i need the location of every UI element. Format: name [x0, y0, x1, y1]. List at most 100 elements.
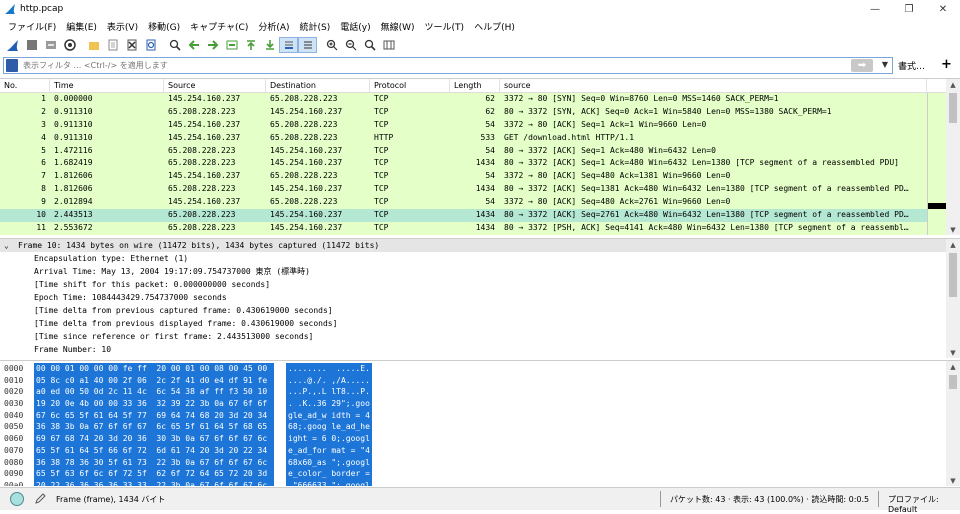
packet-row[interactable]: 7 1.812606 145.254.160.237 65.208.228.223 TC…: [0, 170, 927, 184]
packet-row[interactable]: 11 2.553672 65.208.228.223 145.254.160.237 T…: [0, 221, 927, 235]
byte-hex[interactable]: 05 8c c0 a1 40 00 2f 06 2c 2f 41 d0 e4 d…: [34, 374, 274, 387]
col-header-no[interactable]: No.: [0, 79, 50, 92]
menu-help[interactable]: ヘルプ(H): [469, 20, 520, 33]
byte-asc[interactable]: . .K..36 29";.goo: [286, 398, 372, 410]
packet-row[interactable]: 3 0.911310 145.254.160.237 65.208.228.223 TC…: [0, 118, 927, 132]
packet-row[interactable]: 8 1.812606 65.208.228.223 145.254.160.237 TC…: [0, 183, 927, 197]
byte-asc[interactable]: ...P.,.L lT8...P.: [286, 386, 372, 399]
scroll-down-icon[interactable]: ▼: [946, 347, 960, 358]
expert-info-icon[interactable]: [10, 492, 24, 506]
maximize-icon[interactable]: ❐: [892, 0, 926, 18]
resize-columns-icon[interactable]: [379, 37, 398, 53]
menu-capture[interactable]: キャプチャ(C): [185, 20, 253, 33]
byte-asc[interactable]: gle_ad_w idth = 4: [286, 409, 372, 422]
menu-edit[interactable]: 編集(E): [61, 20, 102, 33]
packet-row[interactable]: 1 0.000000 145.254.160.237 65.208.228.223 TC…: [0, 93, 927, 106]
byte-asc[interactable]: ight = 6 0;.googl: [286, 433, 372, 445]
close-file-icon[interactable]: [122, 37, 141, 53]
byte-hex[interactable]: 65 5f 61 64 5f 66 6f 72 6d 61 74 20 3d 2…: [34, 444, 274, 457]
byte-asc[interactable]: ........ .....E.: [286, 363, 372, 375]
menu-go[interactable]: 移動(G): [143, 20, 185, 33]
status-profile[interactable]: プロファイル: Default: [888, 494, 960, 514]
packet-minimap[interactable]: [927, 93, 947, 235]
normal-size-icon[interactable]: [360, 37, 379, 53]
bytes-scrollbar[interactable]: ▲ ▼: [946, 361, 960, 486]
col-header-protocol[interactable]: Protocol: [370, 79, 450, 92]
save-file-icon[interactable]: [103, 37, 122, 53]
scroll-down-icon[interactable]: ▼: [946, 475, 960, 486]
col-header-destination[interactable]: Destination: [266, 79, 370, 92]
packet-row[interactable]: 4 0.911310 145.254.160.237 65.208.228.223 HT…: [0, 131, 927, 145]
packet-row[interactable]: 2 0.911310 65.208.228.223 145.254.160.237 TC…: [0, 105, 927, 119]
zoom-in-icon[interactable]: [322, 37, 341, 53]
byte-hex[interactable]: 36 38 3b 0a 67 6f 6f 67 6c 65 5f 61 64 5…: [34, 421, 274, 434]
minimize-icon[interactable]: —: [858, 0, 892, 18]
collapse-chevron-icon[interactable]: ⌄: [4, 239, 18, 252]
add-filter-button[interactable]: +: [941, 57, 952, 72]
reload-file-icon[interactable]: [141, 37, 160, 53]
detail-field[interactable]: Epoch Time: 1084443429.754737000 seconds: [0, 291, 960, 304]
byte-hex[interactable]: 67 6c 65 5f 61 64 5f 77 69 64 74 68 20 3…: [34, 409, 274, 422]
frame-summary-row[interactable]: ⌄ Frame 10: 1434 bytes on wire (11472 bit…: [0, 239, 960, 252]
scroll-down-icon[interactable]: ▼: [946, 224, 960, 235]
byte-asc[interactable]: 68;.goog le_ad_he: [286, 421, 372, 434]
col-header-source[interactable]: Source: [164, 79, 266, 92]
scroll-up-icon[interactable]: ▲: [946, 79, 960, 91]
menu-tools[interactable]: ツール(T): [420, 20, 470, 33]
menu-telephony[interactable]: 電話(y): [335, 20, 375, 33]
go-to-packet-icon[interactable]: [222, 37, 241, 53]
first-packet-icon[interactable]: [241, 37, 260, 53]
detail-field[interactable]: Arrival Time: May 13, 2004 19:17:09.7547…: [0, 265, 960, 278]
scroll-up-icon[interactable]: ▲: [946, 361, 960, 373]
detail-field[interactable]: [Time since reference or first frame: 2.…: [0, 330, 960, 343]
close-icon[interactable]: ✕: [926, 0, 960, 18]
menu-statistics[interactable]: 統計(S): [295, 20, 336, 33]
menu-view[interactable]: 表示(V): [102, 20, 143, 33]
open-file-icon[interactable]: [84, 37, 103, 53]
menu-analyze[interactable]: 分析(A): [253, 20, 294, 33]
col-header-info[interactable]: source: [500, 79, 927, 92]
scroll-up-icon[interactable]: ▲: [946, 239, 960, 251]
capture-comment-icon[interactable]: [33, 492, 47, 506]
go-back-icon[interactable]: [184, 37, 203, 53]
restart-capture-icon[interactable]: [41, 37, 60, 53]
packet-row[interactable]: 10 2.443513 65.208.228.223 145.254.160.237 T…: [0, 209, 927, 222]
scroll-thumb[interactable]: [949, 93, 957, 123]
auto-scroll-icon[interactable]: [279, 37, 298, 53]
col-header-length[interactable]: Length: [450, 79, 500, 92]
detail-field[interactable]: Frame Number: 10: [0, 343, 960, 356]
go-forward-icon[interactable]: [203, 37, 222, 53]
byte-asc[interactable]: ....@./. ,/A.....: [286, 374, 372, 387]
display-filter-input[interactable]: [23, 61, 843, 70]
byte-asc[interactable]: 68x60_as ";.googl: [286, 456, 372, 469]
byte-hex[interactable]: 36 38 78 36 30 5f 61 73 22 3b 0a 67 6f 6…: [34, 456, 274, 469]
menu-file[interactable]: ファイル(F): [3, 20, 61, 33]
byte-hex[interactable]: 19 20 0e 4b 00 00 33 36 32 39 22 3b 0a 6…: [34, 398, 274, 410]
byte-hex[interactable]: 65 5f 63 6f 6c 6f 72 5f 62 6f 72 64 65 7…: [34, 468, 274, 480]
zoom-out-icon[interactable]: [341, 37, 360, 53]
col-header-time[interactable]: Time: [50, 79, 164, 92]
packet-row[interactable]: 9 2.012894 145.254.160.237 65.208.228.223 TC…: [0, 196, 927, 210]
byte-asc[interactable]: "666633 ";.googl: [286, 479, 372, 486]
menu-wireless[interactable]: 無線(W): [376, 20, 420, 33]
detail-field[interactable]: Encapsulation type: Ethernet (1): [0, 252, 960, 265]
apply-filter-arrow-icon[interactable]: ➡: [851, 59, 873, 72]
detail-field[interactable]: [Time delta from previous displayed fram…: [0, 317, 960, 330]
start-capture-icon[interactable]: [3, 37, 22, 53]
detail-field[interactable]: [Time delta from previous captured frame…: [0, 304, 960, 317]
colorize-icon[interactable]: [298, 37, 317, 53]
packet-row[interactable]: 5 1.472116 65.208.228.223 145.254.160.237 TC…: [0, 144, 927, 158]
byte-hex[interactable]: 20 22 36 36 36 36 33 33 22 3b 0a 67 6f 6…: [34, 479, 274, 486]
capture-options-icon[interactable]: [60, 37, 79, 53]
scroll-thumb[interactable]: [949, 375, 957, 389]
packet-row[interactable]: 6 1.682419 65.208.228.223 145.254.160.237 TC…: [0, 157, 927, 171]
packet-list-scrollbar[interactable]: ▲ ▼: [946, 79, 960, 235]
byte-hex[interactable]: 69 67 68 74 20 3d 20 36 30 3b 0a 67 6f 6…: [34, 433, 274, 445]
byte-hex[interactable]: 00 00 01 00 00 00 fe ff 20 00 01 00 08 0…: [34, 363, 274, 375]
bookmark-icon[interactable]: [6, 59, 18, 72]
find-packet-icon[interactable]: [165, 37, 184, 53]
details-scrollbar[interactable]: ▲ ▼: [946, 239, 960, 358]
chevron-down-icon[interactable]: ▼: [882, 60, 888, 69]
last-packet-icon[interactable]: [260, 37, 279, 53]
format-button[interactable]: 書式…: [898, 59, 925, 72]
